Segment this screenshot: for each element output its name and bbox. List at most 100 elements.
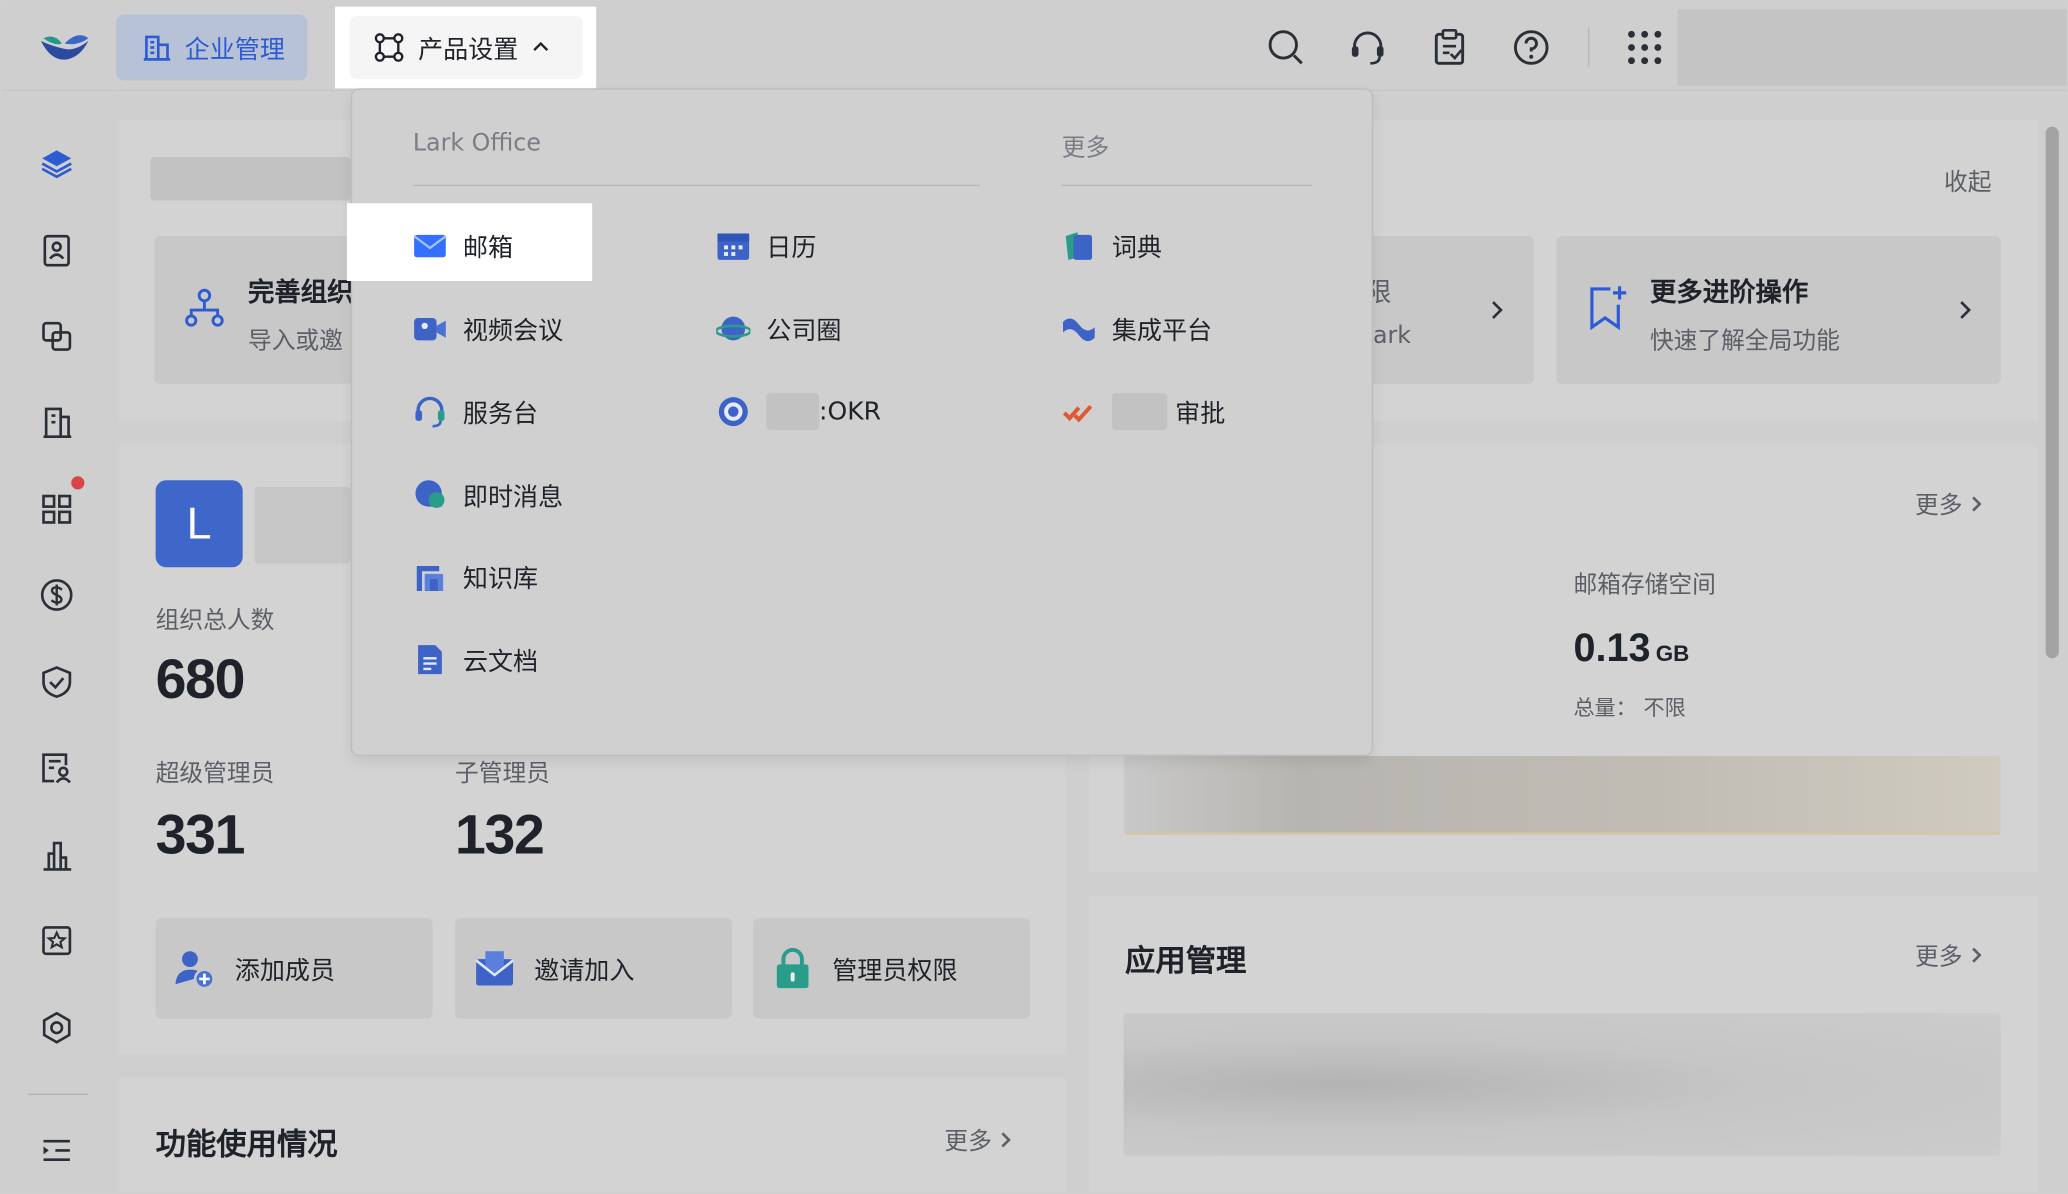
- building-icon: [143, 35, 171, 61]
- usage-more-link[interactable]: 更多: [944, 1123, 1015, 1157]
- chat-bubble-icon: [415, 480, 445, 508]
- chevron-right-icon: [1001, 1132, 1011, 1148]
- guide-card-org-title: 完善组织: [247, 275, 354, 308]
- report-icon[interactable]: [40, 751, 74, 785]
- scrollbar-thumb[interactable]: [2045, 126, 2059, 659]
- admin-permission-button[interactable]: 管理员权限: [753, 918, 1031, 1019]
- collapse-link[interactable]: 收起: [1944, 164, 1991, 198]
- menu-item-wiki-label: 知识库: [462, 564, 539, 594]
- sidebar-divider: [27, 1093, 89, 1096]
- mail-storage-value: 0.13: [1573, 626, 1651, 671]
- app-management-more-link[interactable]: 更多: [1915, 938, 1986, 972]
- storage-more-link[interactable]: 更多: [1915, 487, 1986, 521]
- mail-storage-label: 邮箱存储空间: [1573, 571, 1716, 599]
- menu-item-mail-label: 邮箱: [462, 232, 514, 262]
- document-icon: [418, 645, 442, 675]
- dropdown-header-lark-office: Lark Office: [412, 129, 541, 157]
- clipboard-icon[interactable]: [1430, 28, 1470, 68]
- super-admin-label: 超级管理员: [155, 759, 275, 788]
- menu-item-approval-label: 审批: [1175, 399, 1226, 429]
- layers-icon[interactable]: [40, 146, 74, 180]
- org-avatar: L: [155, 480, 243, 568]
- headset-icon: [415, 396, 445, 428]
- menu-item-video-meeting-label: 视频会议: [462, 315, 564, 345]
- star-icon[interactable]: [40, 924, 74, 958]
- menu-item-calendar[interactable]: 日历: [716, 219, 816, 272]
- menu-item-approval[interactable]: 审批: [1062, 385, 1226, 438]
- approval-name-blurred: [1111, 393, 1168, 431]
- menu-item-service-desk[interactable]: 服务台: [413, 385, 538, 438]
- mail-storage-unit: GB: [1655, 641, 1690, 667]
- product-settings-label: 产品设置: [418, 34, 519, 64]
- apps-grid-icon[interactable]: [1625, 28, 1665, 68]
- okr-target-icon: [718, 397, 748, 427]
- menu-item-okr-label: :OKR: [819, 397, 882, 427]
- copy-icon[interactable]: [40, 319, 74, 353]
- dropdown-divider: [1061, 184, 1313, 187]
- menu-item-lingo[interactable]: 词典: [1062, 219, 1162, 272]
- dictionary-icon: [1065, 232, 1093, 260]
- settings-icon[interactable]: [40, 1011, 74, 1045]
- invite-button[interactable]: 邀请加入: [455, 918, 732, 1019]
- menu-item-messenger[interactable]: 即时消息: [413, 468, 563, 521]
- menu-item-service-desk-label: 服务台: [462, 399, 539, 429]
- product-settings-button[interactable]: 产品设置: [349, 15, 583, 80]
- integration-wave-icon: [1063, 318, 1095, 342]
- invite-label: 邀请加入: [534, 955, 635, 985]
- dollar-icon[interactable]: [40, 578, 74, 612]
- storage-more-label: 更多: [1915, 492, 1963, 520]
- menu-item-moments[interactable]: 公司圈: [716, 302, 841, 355]
- menu-item-mail[interactable]: 邮箱: [413, 219, 513, 272]
- calendar-icon: [717, 233, 750, 260]
- grid-icon[interactable]: [40, 492, 74, 526]
- contacts-icon[interactable]: [40, 234, 74, 268]
- guide-card-lark-subtitle: ark: [1372, 321, 1412, 350]
- menu-item-okr[interactable]: :OKR: [716, 385, 881, 438]
- app-logo-icon[interactable]: [38, 28, 91, 68]
- usage-more-label: 更多: [944, 1128, 992, 1156]
- expand-sidebar-icon[interactable]: [40, 1133, 74, 1167]
- menu-item-wiki[interactable]: 知识库: [413, 550, 538, 603]
- menu-item-docs[interactable]: 云文档: [413, 633, 538, 686]
- guide-title-blurred: [150, 156, 351, 201]
- org-name-blurred: [254, 486, 351, 564]
- add-member-button[interactable]: 添加成员: [155, 918, 433, 1019]
- menu-item-docs-label: 云文档: [462, 647, 539, 677]
- total-members-label: 组织总人数: [155, 606, 275, 635]
- total-members-value: 680: [155, 647, 246, 710]
- menu-item-lingo-label: 词典: [1111, 232, 1162, 262]
- menu-item-messenger-label: 即时消息: [462, 482, 564, 512]
- app-management-more-label: 更多: [1915, 943, 1963, 972]
- shield-icon[interactable]: [40, 665, 74, 699]
- mail-storage-total: 总量： 不限: [1573, 695, 1686, 721]
- admin-permission-label: 管理员权限: [832, 955, 958, 985]
- headset-icon[interactable]: [1348, 28, 1388, 68]
- building-icon[interactable]: [40, 405, 74, 439]
- planet-icon: [716, 316, 751, 341]
- chevron-right-icon: [1960, 301, 1971, 319]
- approval-check-icon: [1062, 405, 1093, 423]
- chart-icon[interactable]: [40, 838, 74, 872]
- help-icon[interactable]: [1511, 28, 1551, 68]
- user-profile-area[interactable]: [1677, 9, 2067, 86]
- org-management-button[interactable]: 企业管理: [116, 14, 308, 81]
- super-admin-value: 331: [155, 803, 246, 866]
- mail-icon: [413, 234, 447, 258]
- guide-card-org-subtitle: 导入或邀: [247, 327, 343, 355]
- org-tree-icon: [185, 288, 224, 327]
- org-management-label: 企业管理: [184, 34, 285, 64]
- menu-item-integration[interactable]: 集成平台: [1062, 302, 1212, 355]
- add-user-icon: [175, 951, 215, 990]
- add-member-label: 添加成员: [234, 955, 336, 985]
- search-icon[interactable]: [1266, 28, 1306, 68]
- storage-banner-blurred: [1123, 755, 2001, 836]
- guide-card-advanced-subtitle: 快速了解全局功能: [1649, 327, 1840, 355]
- menu-item-video-meeting[interactable]: 视频会议: [413, 302, 563, 355]
- sub-admin-value: 132: [455, 803, 545, 866]
- lock-icon: [776, 947, 809, 989]
- chevron-right-icon: [1972, 947, 1982, 963]
- wiki-icon: [416, 565, 444, 592]
- product-nodes-icon: [374, 33, 404, 62]
- chevron-right-icon: [1492, 301, 1503, 319]
- dropdown-header-more: 更多: [1061, 134, 1110, 163]
